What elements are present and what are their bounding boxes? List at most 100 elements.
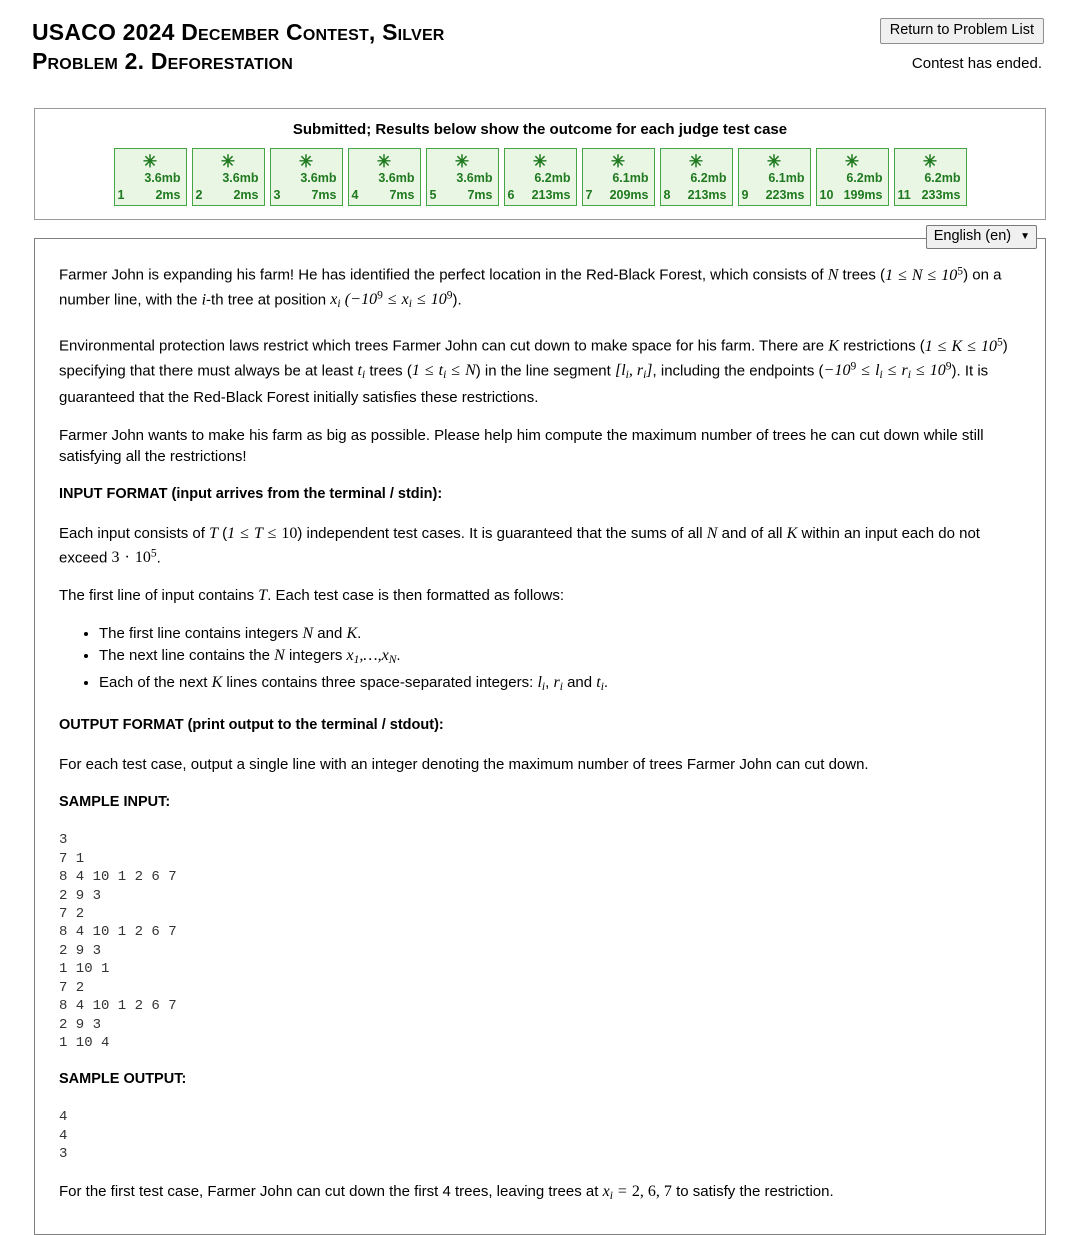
test-case-result[interactable]: ✳ 3.6mb 3 7ms [269,148,343,206]
language-legend: English (en) ▼ [925,225,1037,249]
math-N-4: N [274,647,285,665]
bullet3-text-d: and [567,674,593,692]
paragraph-explanation: For the first test case, Farmer John can… [59,1181,1017,1207]
contest-status-text: Contest has ended. [911,55,1042,72]
test-case-time: 233ms [921,188,961,202]
pass-star-icon: ✳ [610,152,626,171]
test-case-number: 3 [273,188,281,202]
input-format-list: The first line contains integers N and K… [59,623,1017,698]
test-case-result[interactable]: ✳ 6.2mb 8 213ms [659,148,733,206]
problem-statement-panel: English (en) ▼ Farmer John is expanding … [34,225,1046,1235]
paragraph-intro: Farmer John is expanding his farm! He ha… [59,261,1017,315]
test-case-result[interactable]: ✳ 6.1mb 9 223ms [737,148,811,206]
list-item: Each of the next K lines contains three … [99,672,1017,698]
pass-star-icon: ✳ [376,152,392,171]
test-case-number: 11 [897,188,911,202]
input-text-a: Each input consists of [59,524,205,542]
sample-input-block: 3 7 1 8 4 10 1 2 6 7 2 9 3 7 2 8 4 10 1 … [59,832,177,1051]
test-case-memory: 3.6mb [378,171,415,185]
paragraph-restrictions: Environmental protection laws restrict w… [59,332,1017,407]
judge-results-panel: Submitted; Results below show the outcom… [34,108,1046,220]
input-format-heading: INPUT FORMAT (input arrives from the ter… [59,485,443,502]
math-x-range: (−109 ≤ xi ≤ 109 [344,289,453,311]
test-case-footer: 7 209ms [583,188,654,203]
restrictions-text-b: restrictions ( [843,337,925,355]
test-case-result[interactable]: ✳ 3.6mb 5 7ms [425,148,499,206]
pass-star-icon: ✳ [220,152,236,171]
math-K-2: K [786,524,798,542]
math-segment: [li, ri] [614,362,653,382]
test-case-result[interactable]: ✳ 3.6mb 1 2ms [113,148,187,206]
test-case-number: 8 [663,188,671,202]
math-n-range: 1 ≤ N ≤ 105 [885,265,964,284]
bullet3-text-b: lines contains three space-separated int… [226,674,534,692]
test-case-time: 7ms [467,188,493,202]
bullet1-text-c: . [357,625,362,643]
test-case-footer: 11 233ms [895,188,966,203]
math-lr-range: −109 ≤ li ≤ ri ≤ 109 [824,360,952,382]
paragraph-input-limits: Each input consists of T (1 ≤ T ≤ 10) in… [59,523,1017,569]
test-case-result[interactable]: ✳ 6.1mb 7 209ms [581,148,655,206]
test-case-memory: 3.6mb [222,171,259,185]
return-to-problem-list-button[interactable]: Return to Problem List [879,18,1044,44]
test-case-result[interactable]: ✳ 6.2mb 11 233ms [893,148,967,206]
math-N-3: N [302,625,314,643]
test-case-number: 1 [117,188,125,202]
math-T: T [209,524,218,542]
test-case-result[interactable]: ✳ 3.6mb 4 7ms [347,148,421,206]
page-header: USACO 2024 December Contest, Silver Prob… [0,0,1080,92]
input-text-c: ) independent test cases. It is guarante… [297,524,703,542]
test-case-memory: 6.1mb [612,171,649,185]
test-case-time: 2ms [233,188,259,202]
results-heading: Submitted; Results below show the outcom… [292,121,788,138]
test-case-number: 9 [741,188,749,202]
chevron-down-icon: ▼ [1020,230,1030,242]
math-t-i-2: ti [596,674,604,694]
pass-star-icon: ✳ [298,152,314,171]
restrictions-text-a: Environmental protection laws restrict w… [59,337,825,355]
math-K-3: K [346,625,358,643]
pass-star-icon: ✳ [454,152,470,171]
test-case-time: 223ms [765,188,805,202]
test-case-grid: ✳ 3.6mb 1 2ms ✳ 3.6mb 2 2ms ✳ 3.6mb 3 7ms ✳ 3.6mb 4 7ms… [45,148,1035,206]
test-case-memory: 6.2mb [846,171,883,185]
math-sum-limit: 3 · 105 [111,547,157,567]
test-case-footer: 5 7ms [427,188,498,203]
bullet3-text-c: , [545,674,550,692]
test-case-memory: 6.2mb [534,171,571,185]
test-case-number: 5 [429,188,437,202]
test-case-number: 4 [351,188,359,202]
language-select-label: English (en) [933,228,1012,244]
test-case-footer: 4 7ms [349,188,420,203]
pass-star-icon: ✳ [532,152,548,171]
restrictions-text-f: , including the endpoints ( [652,362,824,380]
math-N: N [827,266,839,284]
test-case-time: 213ms [531,188,571,202]
math-r-i: ri [553,674,563,694]
test-case-time: 199ms [843,188,883,202]
test-case-memory: 6.1mb [768,171,805,185]
test-case-result[interactable]: ✳ 6.2mb 6 213ms [503,148,577,206]
sample-input-heading: SAMPLE INPUT: [59,794,171,811]
test-case-number: 2 [195,188,203,202]
math-N-2: N [706,524,718,542]
test-case-memory: 6.2mb [690,171,727,185]
input-text-f: . [156,549,161,567]
list-item: The first line contains integers N and K… [99,623,1017,644]
math-t-range: 1 ≤ ti ≤ N [411,362,476,382]
test-case-number: 7 [585,188,593,202]
language-select[interactable]: English (en) ▼ [925,225,1037,249]
math-x-values: xi = 2, 6, 7 [602,1182,672,1202]
paragraph-goal: Farmer John wants to make his farm as bi… [59,426,984,465]
test-case-result[interactable]: ✳ 3.6mb 2 2ms [191,148,265,206]
pass-star-icon: ✳ [688,152,704,171]
sample-output-heading: SAMPLE OUTPUT: [59,1071,187,1088]
bullet1-text-b: and [317,625,343,643]
paragraph-output-desc: For each test case, output a single line… [59,756,869,774]
math-T-2: T [258,587,268,605]
test-case-result[interactable]: ✳ 6.2mb 10 199ms [815,148,889,206]
explanation-text-b: to satisfy the restriction. [676,1182,834,1200]
test-case-footer: 1 2ms [115,188,186,203]
pass-star-icon: ✳ [142,152,158,171]
test-case-memory: 6.2mb [924,171,961,185]
